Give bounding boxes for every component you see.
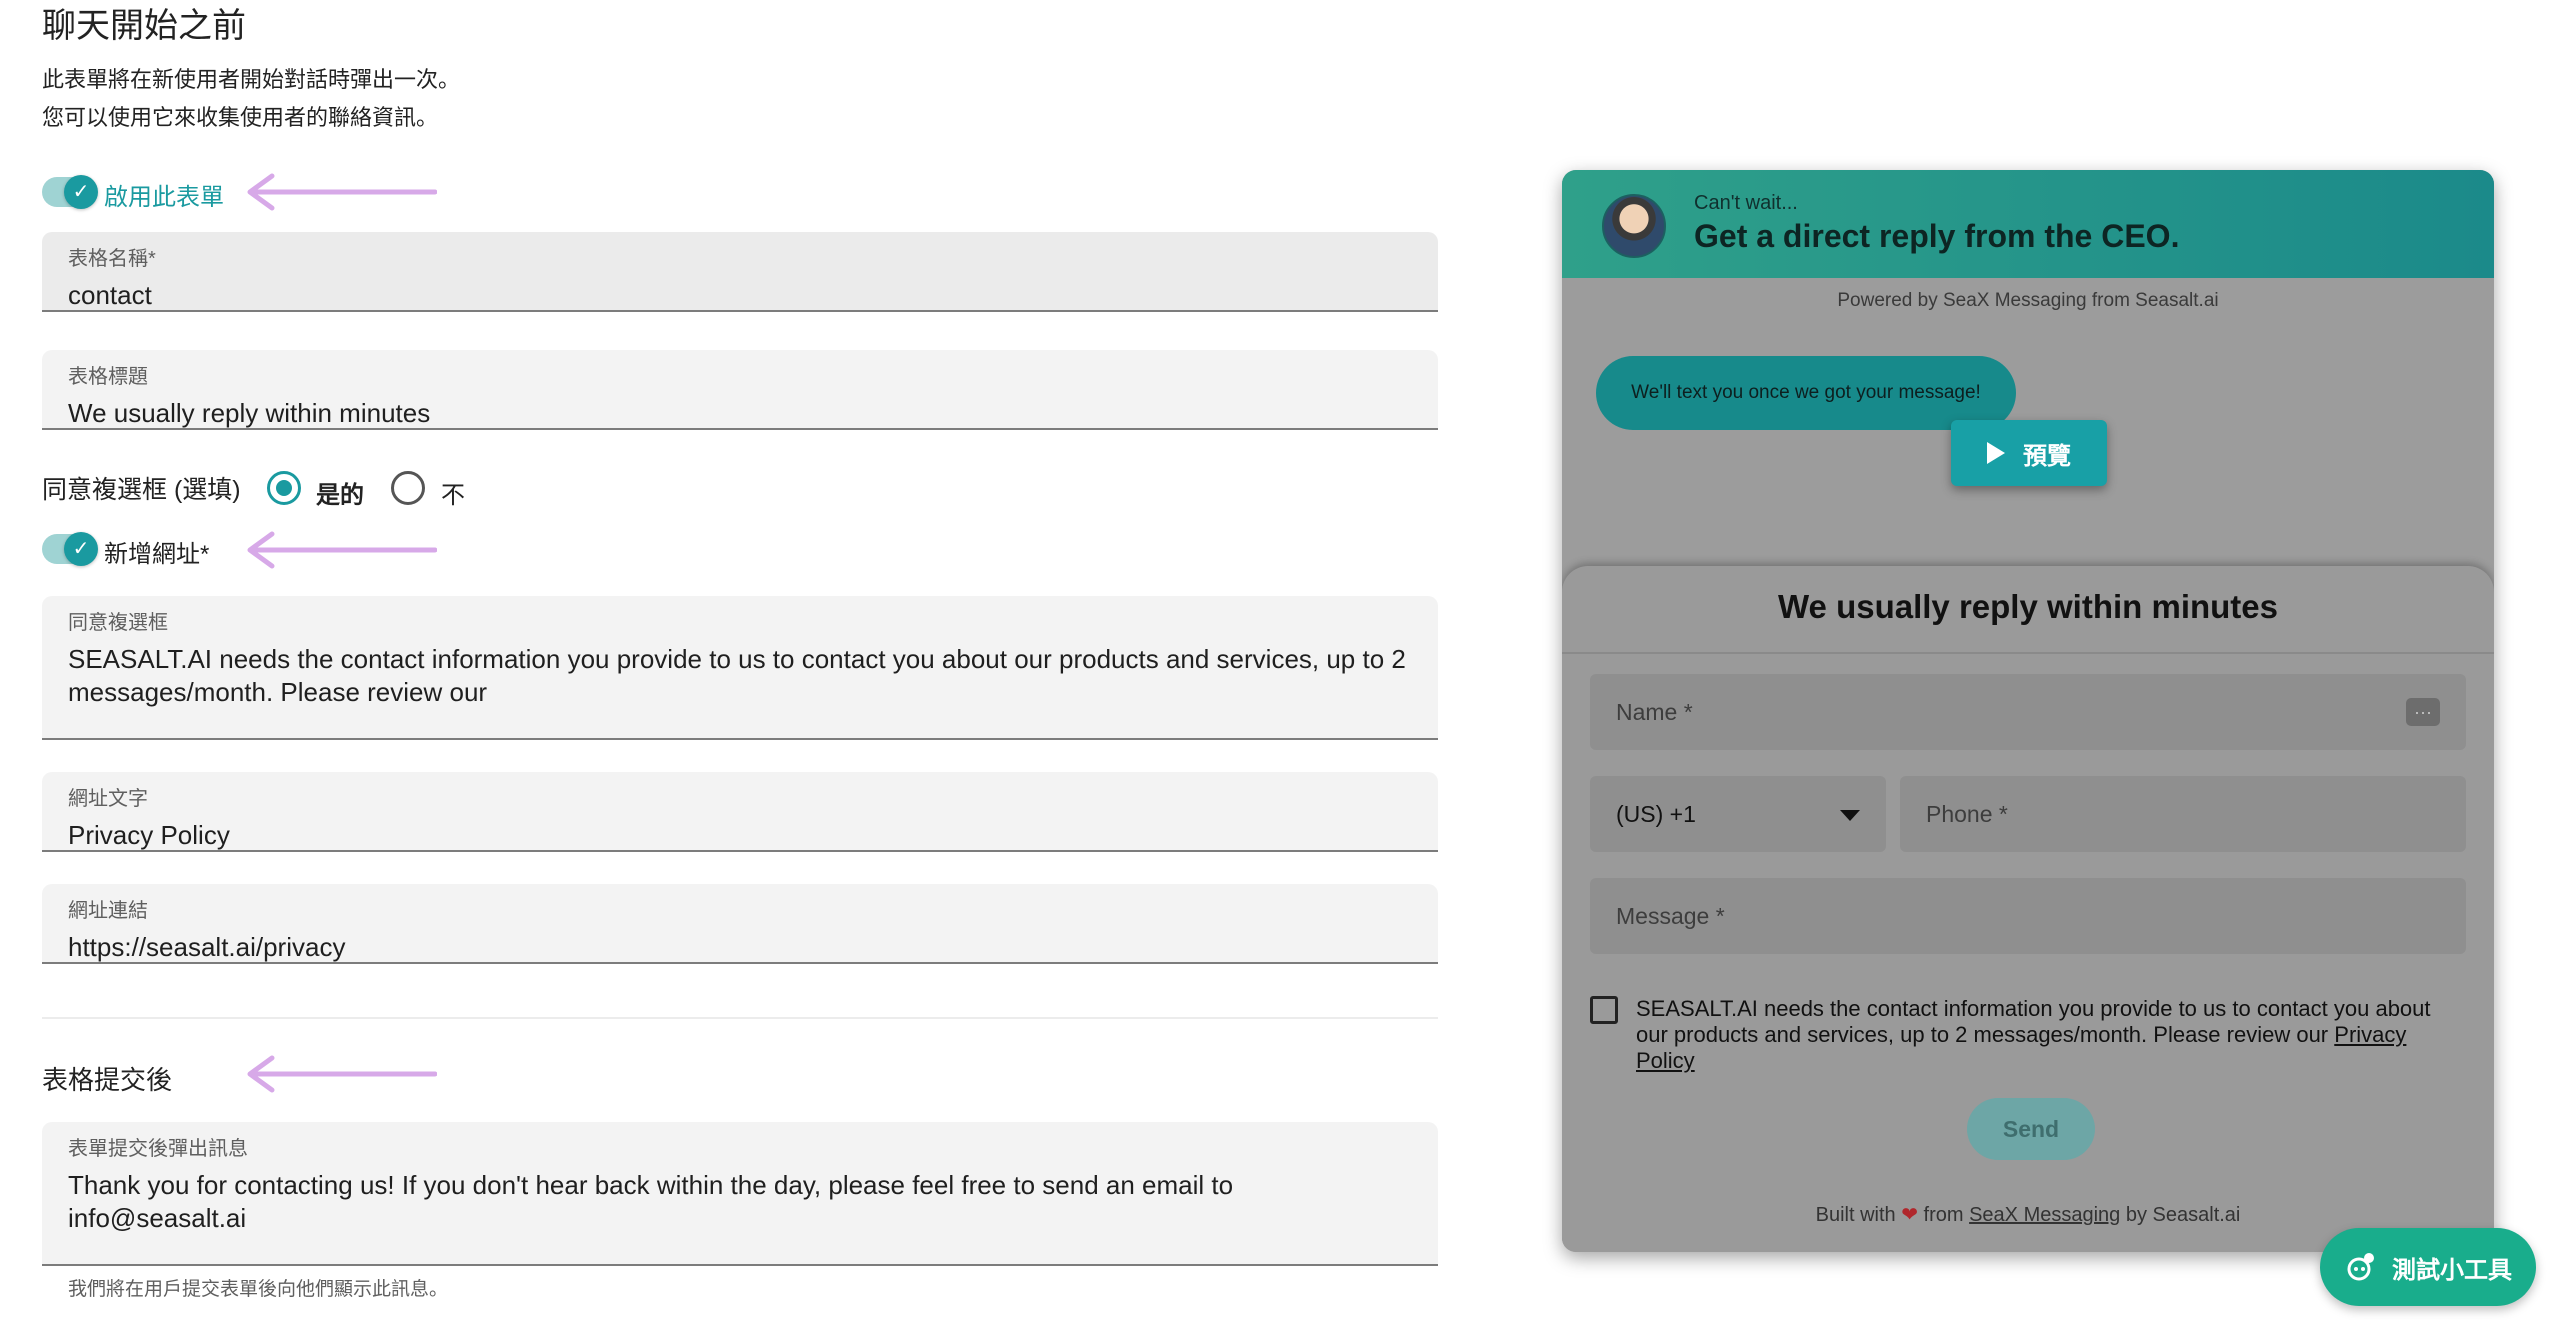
consent-checkbox-label: 同意複選框 (選填) <box>42 476 241 504</box>
consent-text-label: 同意複選框 <box>68 612 168 634</box>
radio-yes[interactable] <box>267 471 301 505</box>
form-name-field[interactable]: 表格名稱* contact <box>42 232 1438 312</box>
consent-text: SEASALT.AI needs the contact information… <box>1636 996 2456 1074</box>
play-icon <box>1987 442 2005 464</box>
built-from: from <box>1923 1204 1964 1226</box>
url-link-field[interactable]: 網址連結 https://seasalt.ai/privacy <box>42 884 1438 964</box>
phone-input[interactable]: Phone * <box>1900 776 2466 852</box>
built-with-footer: Built with ❤ from SeaX Messaging by Seas… <box>1562 1202 2494 1227</box>
check-icon: ✓ <box>64 175 98 209</box>
header-title: Get a direct reply from the CEO. <box>1694 218 2180 254</box>
form-title-field[interactable]: 表格標題 We usually reply within minutes <box>42 350 1438 430</box>
card-divider <box>1562 652 2494 654</box>
after-submit-message-label: 表單提交後彈出訊息 <box>68 1138 248 1160</box>
avatar <box>1602 194 1666 258</box>
seax-messaging-link[interactable]: SeaX Messaging <box>1969 1204 2120 1226</box>
widget-preview: Can't wait... Get a direct reply from th… <box>1562 170 2494 1252</box>
country-code-value: (US) +1 <box>1616 800 1696 827</box>
after-submit-message-field[interactable]: 表單提交後彈出訊息 Thank you for contacting us! I… <box>42 1122 1438 1266</box>
url-text-input[interactable]: Privacy Policy <box>68 819 1412 852</box>
url-link-label: 網址連結 <box>68 900 148 922</box>
form-title-label: 表格標題 <box>68 366 148 388</box>
built-suffix: by Seasalt.ai <box>2125 1204 2241 1226</box>
add-url-toggle[interactable]: ✓ <box>42 532 98 566</box>
radio-no-label: 不 <box>441 482 465 509</box>
url-link-input[interactable]: https://seasalt.ai/privacy <box>68 931 1412 964</box>
url-text-label: 網址文字 <box>68 788 148 810</box>
form-name-label: 表格名稱* <box>68 248 156 270</box>
preview-button-label: 預覽 <box>2023 442 2071 470</box>
chat-bubble: We'll text you once we got your message! <box>1596 356 2016 430</box>
chevron-down-icon <box>1840 810 1860 821</box>
consent-text-input[interactable]: SEASALT.AI needs the contact information… <box>68 643 1412 709</box>
check-icon: ✓ <box>64 532 98 566</box>
after-submit-message-input[interactable]: Thank you for contacting us! If you don'… <box>68 1169 1412 1235</box>
section-divider <box>42 1017 1438 1019</box>
header-subtitle: Can't wait... <box>1694 192 1798 214</box>
url-text-field[interactable]: 網址文字 Privacy Policy <box>42 772 1438 852</box>
widget-icon <box>2347 1253 2374 1281</box>
after-submit-title: 表格提交後 <box>42 1065 173 1095</box>
phone-placeholder: Phone * <box>1926 800 2008 827</box>
description-line-2: 您可以使用它來收集使用者的聯絡資訊。 <box>42 105 439 130</box>
radio-no[interactable] <box>391 471 425 505</box>
message-placeholder: Message * <box>1616 902 1725 929</box>
after-submit-hint: 我們將在用戶提交表單後向他們顯示此訊息。 <box>68 1279 449 1300</box>
test-widget-label: 測試小工具 <box>2392 1256 2512 1284</box>
contact-form-card: We usually reply within minutes Name * ·… <box>1562 566 2494 1252</box>
send-button[interactable]: Send <box>1967 1098 2095 1160</box>
form-name-input[interactable]: contact <box>68 279 1412 312</box>
test-widget-button[interactable]: 測試小工具 <box>2320 1228 2536 1306</box>
consent-body: SEASALT.AI needs the contact information… <box>1636 996 2431 1047</box>
arrow-left-icon <box>247 173 437 211</box>
enable-form-label: 啟用此表單 <box>104 184 224 211</box>
preview-button[interactable]: 預覽 <box>1951 420 2107 486</box>
enable-form-toggle[interactable]: ✓ <box>42 175 98 209</box>
country-code-select[interactable]: (US) +1 <box>1590 776 1886 852</box>
consent-checkbox[interactable] <box>1590 996 1618 1024</box>
section-title: 聊天開始之前 <box>42 7 246 45</box>
consent-text-field[interactable]: 同意複選框 SEASALT.AI needs the contact infor… <box>42 596 1438 740</box>
add-url-label: 新增網址* <box>104 541 210 568</box>
powered-by: Powered by SeaX Messaging from Seasalt.a… <box>1837 290 2219 311</box>
dots-icon: ··· <box>2406 698 2440 726</box>
name-input[interactable]: Name * ··· <box>1590 674 2466 750</box>
built-prefix: Built with <box>1815 1204 1896 1226</box>
message-input[interactable]: Message * <box>1590 878 2466 954</box>
name-placeholder: Name * <box>1616 698 1693 725</box>
radio-yes-label: 是的 <box>316 482 364 509</box>
heart-icon: ❤ <box>1901 1204 1918 1226</box>
form-title-input[interactable]: We usually reply within minutes <box>68 397 1412 430</box>
card-title: We usually reply within minutes <box>1778 588 2278 625</box>
arrow-left-icon <box>247 531 437 569</box>
description-line-1: 此表單將在新使用者開始對話時彈出一次。 <box>42 67 461 92</box>
arrow-left-icon <box>247 1055 437 1093</box>
